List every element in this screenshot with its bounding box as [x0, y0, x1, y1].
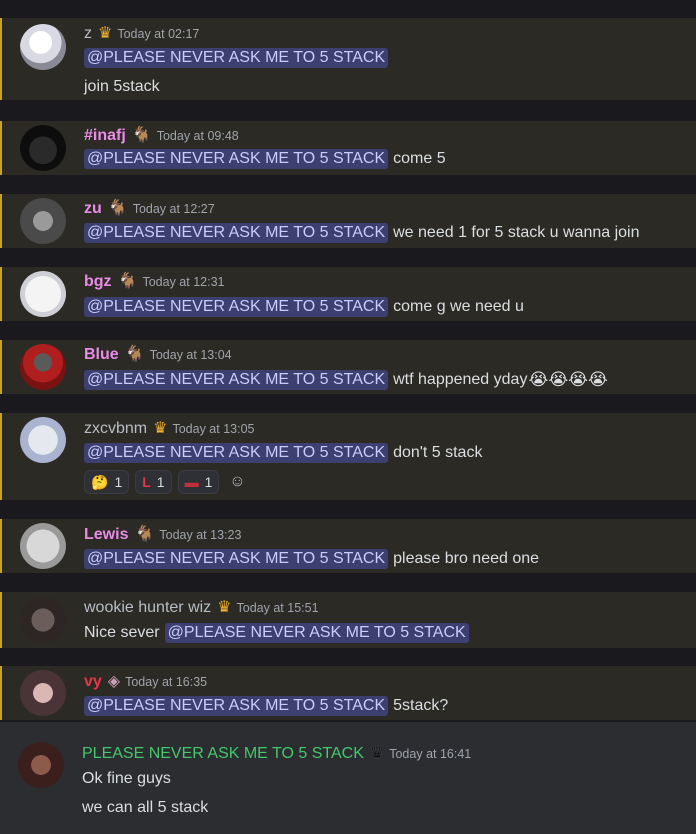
crown-icon: ♛: [153, 420, 168, 437]
user-mention[interactable]: @PLEASE NEVER ASK ME TO 5 STACK: [164, 623, 469, 643]
timestamp: Today at 15:51: [236, 601, 319, 615]
message-item[interactable]: bgz 🐐 Today at 12:31 @PLEASE NEVER ASK M…: [0, 267, 696, 321]
goat-icon: 🐐: [124, 346, 145, 363]
message-feed: z ♛ Today at 02:17 @PLEASE NEVER ASK ME …: [0, 0, 696, 834]
avatar[interactable]: [20, 24, 66, 70]
message-text: join 5stack: [84, 78, 160, 95]
username[interactable]: bgz: [84, 273, 112, 291]
reaction-thinking[interactable]: 🤔 1: [84, 470, 130, 494]
timestamp: Today at 02:17: [117, 27, 200, 41]
message-text: Nice sever: [84, 624, 160, 641]
goat-icon: 🐐: [134, 526, 155, 543]
avatar[interactable]: [20, 344, 66, 390]
timestamp: Today at 09:48: [156, 129, 239, 143]
reaction-count: 1: [156, 474, 165, 490]
crying-emoji-icon: 😭😭😭😭: [528, 370, 608, 389]
timestamp: Today at 16:41: [389, 747, 472, 761]
username[interactable]: zu: [84, 200, 102, 218]
avatar[interactable]: [20, 597, 66, 643]
avatar[interactable]: [18, 742, 64, 788]
username[interactable]: z: [84, 25, 92, 43]
username[interactable]: vy: [84, 673, 102, 691]
message-text: please bro need one: [393, 550, 540, 567]
goat-icon: 🐐: [131, 127, 152, 144]
reaction-l[interactable]: L 1: [135, 470, 172, 494]
user-mention[interactable]: @PLEASE NEVER ASK ME TO 5 STACK: [84, 549, 389, 569]
message-item[interactable]: wookie hunter wiz ♛ Today at 15:51 Nice …: [0, 592, 696, 648]
goat-icon: 🐐: [117, 273, 138, 290]
reactions-bar: 🤔 1 L 1 ▬ 1 ☺: [84, 470, 249, 494]
message-text: Ok fine guys: [82, 770, 171, 787]
user-mention[interactable]: @PLEASE NEVER ASK ME TO 5 STACK: [84, 696, 389, 716]
timestamp: Today at 12:31: [142, 275, 225, 289]
message-item[interactable]: zxcvbnm ♛ Today at 13:05 @PLEASE NEVER A…: [0, 413, 696, 500]
reaction-custom[interactable]: ▬ 1: [177, 470, 220, 494]
message-item[interactable]: Lewis 🐐 Today at 13:23 @PLEASE NEVER ASK…: [0, 519, 696, 573]
timestamp: Today at 13:05: [172, 422, 255, 436]
message-item[interactable]: #inafj 🐐 Today at 09:48 @PLEASE NEVER AS…: [0, 121, 696, 175]
avatar[interactable]: [20, 125, 66, 171]
timestamp: Today at 13:23: [159, 528, 242, 542]
avatar[interactable]: [20, 523, 66, 569]
crown-icon: ♛: [217, 599, 232, 616]
username[interactable]: Blue: [84, 346, 119, 364]
reaction-count: 1: [204, 474, 213, 490]
user-mention[interactable]: @PLEASE NEVER ASK ME TO 5 STACK: [84, 149, 389, 169]
username[interactable]: zxcvbnm: [84, 420, 147, 438]
avatar[interactable]: [20, 417, 66, 463]
username[interactable]: PLEASE NEVER ASK ME TO 5 STACK: [82, 745, 364, 763]
add-reaction-icon[interactable]: ☺: [225, 470, 249, 494]
message-text: 5stack?: [393, 697, 449, 714]
message-item[interactable]: zu 🐐 Today at 12:27 @PLEASE NEVER ASK ME…: [0, 194, 696, 248]
timestamp: Today at 16:35: [125, 675, 208, 689]
custom-emoji-icon: ▬: [184, 474, 199, 490]
username[interactable]: #inafj: [84, 127, 126, 145]
diamond-icon: ◈: [107, 673, 121, 690]
user-mention[interactable]: @PLEASE NEVER ASK ME TO 5 STACK: [84, 48, 389, 68]
timestamp: Today at 12:27: [132, 202, 215, 216]
black-crown-icon: ♛: [369, 745, 385, 762]
message-item[interactable]: z ♛ Today at 02:17 @PLEASE NEVER ASK ME …: [0, 18, 696, 100]
crown-icon: ♛: [98, 25, 113, 42]
reaction-count: 1: [114, 474, 123, 490]
message-item[interactable]: PLEASE NEVER ASK ME TO 5 STACK ♛ Today a…: [0, 722, 696, 834]
message-item[interactable]: vy ◈ Today at 16:35 @PLEASE NEVER ASK ME…: [0, 666, 696, 720]
user-mention[interactable]: @PLEASE NEVER ASK ME TO 5 STACK: [84, 223, 389, 243]
avatar[interactable]: [20, 271, 66, 317]
message-text: we need 1 for 5 stack u wanna join: [393, 224, 640, 241]
user-mention[interactable]: @PLEASE NEVER ASK ME TO 5 STACK: [84, 370, 389, 390]
goat-icon: 🐐: [107, 200, 128, 217]
avatar[interactable]: [20, 670, 66, 716]
avatar[interactable]: [20, 198, 66, 244]
message-text: come g we need u: [393, 298, 524, 315]
username[interactable]: Lewis: [84, 526, 128, 544]
timestamp: Today at 13:04: [149, 348, 232, 362]
username[interactable]: wookie hunter wiz: [84, 599, 211, 617]
l-emoji-icon: L: [142, 474, 151, 490]
message-item[interactable]: Blue 🐐 Today at 13:04 @PLEASE NEVER ASK …: [0, 340, 696, 394]
user-mention[interactable]: @PLEASE NEVER ASK ME TO 5 STACK: [84, 297, 389, 317]
user-mention[interactable]: @PLEASE NEVER ASK ME TO 5 STACK: [84, 443, 389, 463]
thinking-emoji-icon: 🤔: [91, 473, 109, 490]
message-text: don't 5 stack: [393, 444, 483, 461]
message-text: come 5: [393, 150, 446, 167]
message-text: we can all 5 stack: [82, 799, 209, 816]
message-text: wtf happened yday: [393, 371, 528, 388]
